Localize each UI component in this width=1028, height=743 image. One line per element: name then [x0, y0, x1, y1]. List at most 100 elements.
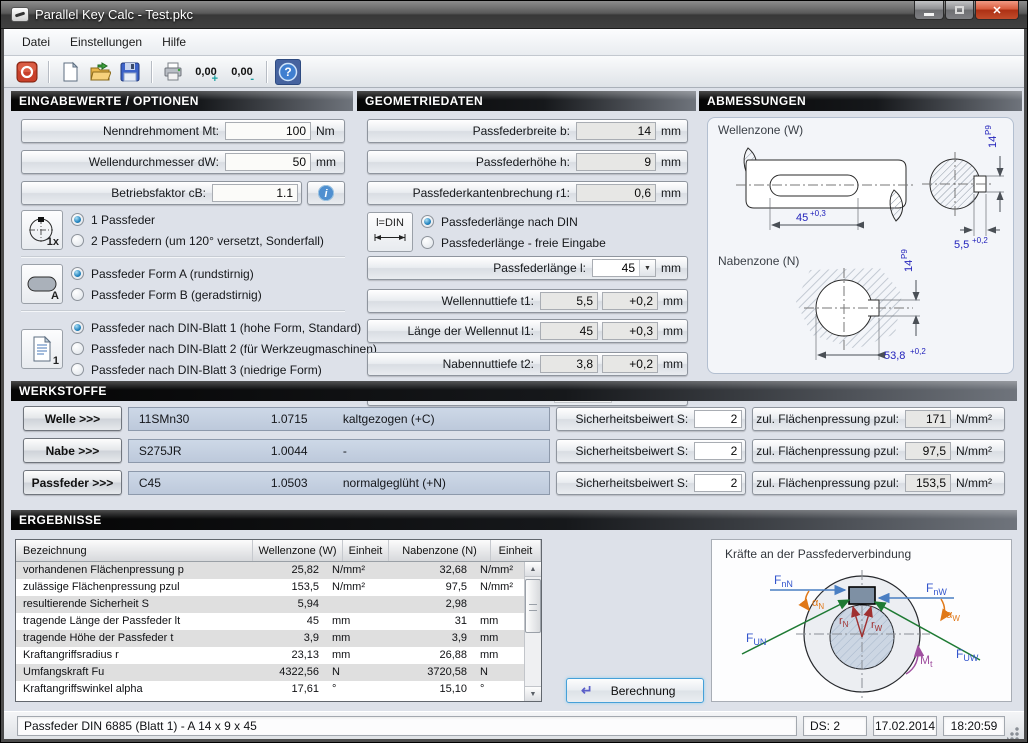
decimals-increase-button[interactable]: 0,00 + — [190, 59, 222, 85]
material-name: C45 — [129, 476, 271, 490]
chevron-down-icon[interactable]: ▼ — [639, 260, 655, 276]
wellennuttiefe-tolerance: +0,2 — [602, 292, 658, 310]
icon-badge: A — [51, 290, 59, 302]
menu-item[interactable]: Einstellungen — [60, 31, 152, 53]
radio-option[interactable]: 2 Passfedern (um 120° versetzt, Sonderfa… — [71, 230, 345, 251]
din-length-icon: l=DIN — [367, 212, 413, 252]
calculate-button[interactable]: ↵ Berechnung — [566, 678, 704, 703]
safety-field: Sicherheitsbeiwert S: 2 — [556, 471, 746, 495]
din-length-label: l=DIN — [373, 217, 407, 229]
close-button[interactable]: ✕ — [975, 1, 1019, 20]
help-button[interactable]: ? — [275, 59, 301, 85]
maximize-button[interactable] — [945, 1, 974, 20]
material-info: 11SMn30 1.0715 kaltgezogen (+C) — [128, 407, 550, 431]
radio-option[interactable]: 1 Passfeder — [71, 209, 345, 230]
safety-field: Sicherheitsbeiwert S: 2 — [556, 407, 746, 431]
svg-text:P9: P9 — [900, 249, 909, 259]
dimensions-drawing-svg: Wellenzone (W) 45 +0,3 — [708, 118, 1013, 371]
table-scrollbar[interactable]: ▲ ▼ — [524, 562, 541, 701]
radio-icon[interactable] — [71, 363, 84, 376]
material-select-button[interactable]: Nabe >>> — [23, 438, 122, 463]
result-name: Umfangskraft Fu — [16, 664, 236, 681]
column-header[interactable]: Bezeichnung — [16, 540, 253, 561]
scroll-down-icon[interactable]: ▼ — [525, 686, 541, 701]
panel-geometry-header: GEOMETRIEDATEN — [357, 91, 696, 111]
result-hub-unit: N/mm² — [474, 562, 524, 579]
minimize-button[interactable] — [914, 1, 944, 20]
result-shaft-value: 45 — [236, 613, 326, 630]
results-table: Bezeichnung Wellenzone (W) Einheit Naben… — [15, 539, 542, 702]
radio-icon[interactable] — [71, 342, 84, 355]
nenndrehmoment-input[interactable]: 100 — [225, 122, 311, 140]
safety-input[interactable]: 2 — [694, 474, 742, 492]
wellendurchmesser-input[interactable]: 50 — [225, 153, 311, 171]
passfederlaenge-combobox[interactable]: 45 ▼ — [592, 259, 656, 277]
safety-input[interactable]: 2 — [694, 442, 742, 460]
result-hub-unit: N — [474, 664, 524, 681]
result-hub-value: 15,10 — [372, 681, 474, 698]
table-row: Kraftangriffsradius r 23,13 mm 26,88 mm — [16, 647, 524, 664]
radio-option[interactable]: Passfeder nach DIN-Blatt 3 (niedrige For… — [71, 359, 377, 380]
field-passfederbreite: Passfederbreite b: 14 mm — [367, 119, 688, 143]
field-label: Betriebsfaktor cB: — [25, 186, 212, 200]
material-treatment: kaltgezogen (+C) — [343, 412, 549, 426]
result-shaft-unit: mm — [326, 613, 372, 630]
radio-icon[interactable] — [71, 321, 84, 334]
icon-badge: 1x — [47, 236, 59, 248]
radio-option[interactable]: Passfeder nach DIN-Blatt 2 (für Werkzeug… — [71, 338, 377, 359]
radio-icon[interactable] — [71, 234, 84, 247]
material-select-button[interactable]: Passfeder >>> — [23, 470, 122, 495]
radio-option[interactable]: Passfederlänge nach DIN — [421, 211, 688, 232]
menu-item[interactable]: Hilfe — [152, 31, 196, 53]
exit-button[interactable] — [14, 59, 40, 85]
scroll-up-icon[interactable]: ▲ — [525, 562, 541, 577]
field-label: Wellendurchmesser dW: — [25, 155, 225, 169]
radio-icon[interactable] — [71, 288, 84, 301]
safety-input[interactable]: 2 — [694, 410, 742, 428]
results-table-body: vorhandenen Flächenpressung p 25,82 N/mm… — [16, 562, 524, 701]
menu-item[interactable]: Datei — [12, 31, 60, 53]
length-arrow-glyph — [373, 233, 407, 242]
field-wellendurchmesser: Wellendurchmesser dW: 50 mm — [21, 150, 345, 174]
combobox-value[interactable]: 45 — [593, 261, 639, 275]
column-header[interactable]: Nabenzone (N) — [389, 540, 491, 561]
material-row: Welle >>> 11SMn30 1.0715 kaltgezogen (+C… — [11, 406, 1017, 431]
radio-icon[interactable] — [71, 213, 84, 226]
svg-text:FUW: FUW — [956, 647, 979, 663]
svg-text:αW: αW — [946, 609, 960, 623]
decimals-decrease-button[interactable]: 0,00 - — [226, 59, 258, 85]
field-wellennut-laenge: Länge der Wellennut l1: 45 +0,3 mm — [367, 319, 688, 343]
betriebsfaktor-input[interactable]: 1.1 — [212, 184, 298, 202]
svg-text:53,8: 53,8 — [884, 350, 905, 362]
table-row: vorhandenen Flächenpressung p 25,82 N/mm… — [16, 562, 524, 579]
info-button[interactable]: i — [307, 181, 345, 205]
radio-option[interactable]: Passfederlänge - freie Eingabe — [421, 232, 688, 253]
kantenbrechung-value: 0,6 — [576, 184, 656, 202]
resize-grip[interactable] — [1007, 727, 1019, 739]
pressure-unit: N/mm² — [951, 476, 1001, 490]
scrollbar-thumb[interactable] — [525, 579, 541, 633]
help-icon: ? — [278, 62, 298, 82]
open-file-button[interactable] — [87, 59, 113, 85]
column-header[interactable]: Wellenzone (W) — [253, 540, 343, 561]
info-icon: i — [317, 184, 335, 202]
field-label: Passfederkantenbrechung r1: — [371, 186, 576, 200]
column-header[interactable]: Einheit — [343, 540, 389, 561]
radio-option[interactable]: Passfeder Form A (rundstirnig) — [71, 263, 345, 284]
svg-text:5,5: 5,5 — [954, 239, 969, 251]
menubar: DateiEinstellungenHilfe — [4, 29, 1024, 56]
save-button[interactable] — [117, 59, 143, 85]
radio-label: Passfederlänge nach DIN — [441, 215, 578, 229]
radio-option[interactable]: Passfeder nach DIN-Blatt 1 (hohe Form, S… — [71, 317, 377, 338]
column-header[interactable]: Einheit — [491, 540, 541, 561]
status-text: Passfeder DIN 6885 (Blatt 1) - A 14 x 9 … — [17, 716, 797, 736]
radio-icon[interactable] — [421, 236, 434, 249]
material-select-button[interactable]: Welle >>> — [23, 406, 122, 431]
radio-icon[interactable] — [421, 215, 434, 228]
radio-icon[interactable] — [71, 267, 84, 280]
radio-option[interactable]: Passfeder Form B (geradstirnig) — [71, 284, 345, 305]
new-file-button[interactable] — [57, 59, 83, 85]
print-button[interactable] — [160, 59, 186, 85]
result-shaft-value: 17,61 — [236, 681, 326, 698]
diagram-title: Kräfte an der Passfederverbindung — [725, 547, 911, 561]
